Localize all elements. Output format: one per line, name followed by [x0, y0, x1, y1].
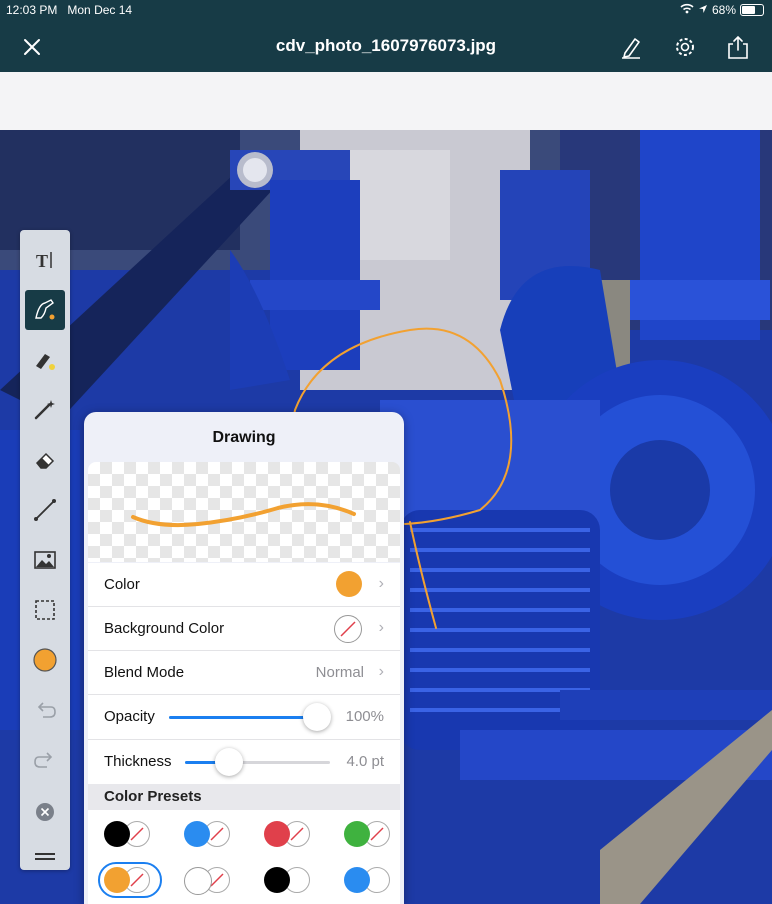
- svg-text:T: T: [36, 251, 48, 271]
- status-bar: 12:03 PM Mon Dec 14 68%: [0, 0, 772, 22]
- eraser-button[interactable]: [25, 440, 65, 480]
- text-tool-icon: T: [36, 251, 52, 271]
- magic-pen-icon: [34, 400, 55, 420]
- line-tool-button[interactable]: [25, 490, 65, 530]
- redo-icon: [34, 752, 53, 768]
- thickness-slider-thumb[interactable]: [215, 748, 243, 776]
- color-preset[interactable]: [178, 862, 242, 898]
- opacity-value: 100%: [345, 708, 384, 725]
- color-preset[interactable]: [258, 816, 322, 852]
- opacity-row: Opacity 100%: [88, 695, 400, 740]
- highlighter-icon: [36, 354, 55, 370]
- undo-icon: [37, 702, 56, 718]
- color-preset[interactable]: [338, 862, 402, 898]
- gear-icon: [676, 38, 694, 56]
- preset-color-swatch: [104, 867, 130, 893]
- freehand-draw-button[interactable]: [25, 290, 65, 330]
- clear-icon: [36, 803, 54, 821]
- redo-button[interactable]: [25, 740, 65, 780]
- eraser-icon: [35, 452, 55, 469]
- thickness-slider[interactable]: [185, 748, 330, 776]
- battery-percentage: 68%: [711, 3, 736, 17]
- chevron-right-icon: ›: [378, 663, 384, 680]
- color-preset[interactable]: [98, 816, 162, 852]
- preset-color-swatch: [344, 867, 370, 893]
- thickness-value: 4.0 pt: [346, 753, 384, 770]
- preset-color-swatch: [184, 821, 210, 847]
- toolbar-handle-icon: [35, 853, 55, 860]
- undo-button[interactable]: [25, 690, 65, 730]
- annotate-button[interactable]: [618, 34, 644, 60]
- blend-mode-value: Normal: [315, 664, 364, 681]
- color-presets-header: Color Presets: [88, 784, 400, 810]
- opacity-slider[interactable]: [169, 703, 331, 731]
- color-swatch: [336, 571, 362, 597]
- settings-button[interactable]: [672, 34, 698, 60]
- freehand-draw-icon: [35, 299, 55, 320]
- opacity-slider-thumb[interactable]: [303, 703, 331, 731]
- highlighter-button[interactable]: [25, 340, 65, 380]
- wifi-icon: [680, 3, 694, 17]
- blend-mode-row[interactable]: Blend Mode Normal ›: [88, 651, 400, 695]
- color-preset[interactable]: [98, 862, 162, 898]
- navigation-bar: cdv_photo_1607976073.jpg: [0, 22, 772, 72]
- line-icon: [34, 499, 56, 521]
- toolbar-handle[interactable]: [25, 836, 65, 876]
- document-title: cdv_photo_1607976073.jpg: [275, 36, 497, 55]
- status-time: 12:03 PM Mon Dec 14: [6, 3, 133, 17]
- selection-icon: [35, 600, 55, 620]
- color-presets: [88, 810, 400, 904]
- stroke-preview: [88, 462, 400, 562]
- color-preset[interactable]: [338, 816, 402, 852]
- clear-button[interactable]: [25, 792, 65, 832]
- text-tool-button[interactable]: T: [25, 240, 65, 280]
- color-icon: [33, 648, 57, 672]
- chevron-right-icon: ›: [378, 575, 384, 592]
- image-icon: [34, 551, 56, 569]
- preset-color-swatch: [344, 821, 370, 847]
- share-button[interactable]: [725, 34, 751, 60]
- drawing-popover: Drawing Color › Background Color › Blend…: [84, 412, 404, 904]
- preset-color-swatch: [264, 821, 290, 847]
- preset-color-swatch: [264, 867, 290, 893]
- background-color-row[interactable]: Background Color ›: [88, 607, 400, 651]
- preset-color-swatch: [104, 821, 130, 847]
- annotation-toolbar: T: [20, 230, 70, 870]
- share-icon: [728, 35, 748, 59]
- image-tool-button[interactable]: [25, 540, 65, 580]
- preset-color-swatch: [184, 867, 212, 895]
- popover-title: Drawing: [212, 429, 276, 446]
- pen-icon: [622, 38, 640, 59]
- color-row[interactable]: Color ›: [88, 563, 400, 607]
- thickness-row: Thickness 4.0 pt: [88, 740, 400, 784]
- color-button[interactable]: [25, 640, 65, 680]
- chevron-right-icon: ›: [378, 619, 384, 636]
- location-icon: [698, 3, 708, 17]
- battery-icon: [740, 4, 764, 16]
- selection-tool-button[interactable]: [25, 590, 65, 630]
- no-color-swatch: [334, 615, 362, 643]
- color-preset[interactable]: [258, 862, 322, 898]
- page-margin: [0, 72, 772, 130]
- color-preset[interactable]: [178, 816, 242, 852]
- magic-pen-button[interactable]: [25, 390, 65, 430]
